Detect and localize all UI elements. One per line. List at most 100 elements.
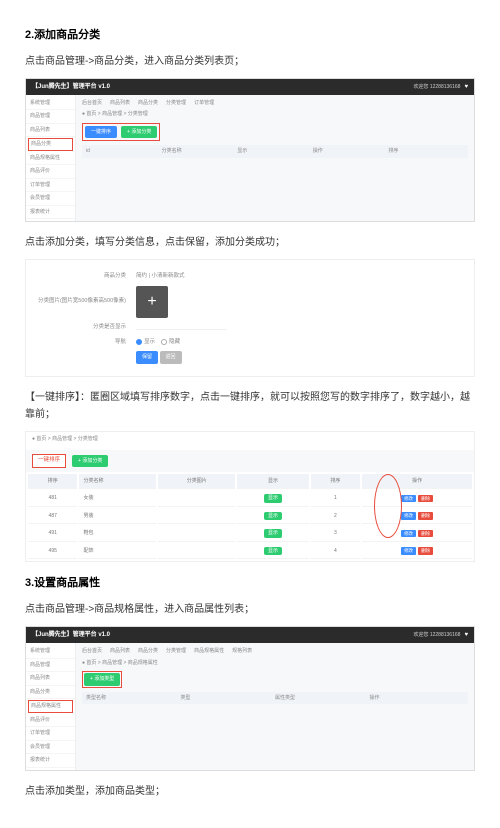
radio-label: 隐藏 [169, 339, 180, 345]
save-button[interactable]: 保留 [136, 351, 158, 364]
sidebar-item[interactable]: 系统管理 [26, 645, 75, 659]
sidebar-item-attr-highlighted[interactable]: 商品规格属性 [28, 700, 73, 713]
screenshot-sort-table: ● 首页 > 商品管理 > 分类管理 一键排序 + 添加分类 排序 分类名称 分… [25, 431, 475, 562]
admin-main: 后台首页 商品列表 商品分类 分类管理 订单管理 ● 首页 > 商品管理 > 分… [76, 95, 474, 222]
col: 显示 [237, 147, 313, 156]
sidebar-item[interactable]: 订单管理 [26, 727, 75, 741]
col: 显示 [237, 474, 308, 490]
add-category-button[interactable]: + 添加分类 [72, 455, 108, 468]
table-row: 491鞋包 显示3 修改删除 [28, 526, 472, 542]
label-category-name: 商品分类 [36, 272, 136, 281]
sidebar-item[interactable]: 商品规格属性 [26, 152, 75, 166]
sidebar-item[interactable]: 商品评价 [26, 714, 75, 728]
tab[interactable]: 后台首页 [82, 647, 102, 656]
add-category-button[interactable]: + 添加分类 [121, 126, 157, 139]
tab[interactable]: 分类管理 [166, 647, 186, 656]
breadcrumb: ● 首页 > 商品管理 > 分类管理 [82, 110, 468, 119]
sidebar-item[interactable]: 商品分类 [26, 686, 75, 700]
delete-button[interactable]: 删除 [418, 530, 433, 538]
cell-id: 491 [28, 526, 77, 542]
user-label: 欢迎您 12288136168 [413, 631, 460, 640]
admin-topbar: 【Jun腾先生】管理平台 v1.0 欢迎您 12288136168 ♥ [26, 627, 474, 643]
cell-sort[interactable]: 4 [311, 544, 360, 560]
delete-button[interactable]: 删除 [418, 495, 433, 503]
col: 类型名称 [86, 694, 181, 703]
admin-main: 后台首页 商品列表 商品分类 分类管理 商品规格属性 规格列表 ● 首页 > 商… [76, 643, 474, 770]
plus-icon: + [147, 288, 156, 315]
cell-id: 495 [28, 544, 77, 560]
tab[interactable]: 后台首页 [82, 99, 102, 108]
sidebar-item[interactable]: 报表统计 [26, 206, 75, 220]
cell-name: 鞋包 [79, 526, 156, 542]
delete-button[interactable]: 删除 [418, 512, 433, 520]
brand-label: 【Jun腾先生】管理平台 v1.0 [32, 630, 110, 640]
cell-ops: 修改删除 [362, 544, 472, 560]
text-goto-category: 点击商品管理->商品分类，进入商品分类列表页； [25, 53, 475, 70]
text-add-category-form: 点击添加分类，填写分类信息，点击保留，添加分类成功； [25, 234, 475, 251]
add-type-button[interactable]: + 添加类型 [84, 673, 120, 686]
sidebar-item[interactable]: 会员管理 [26, 192, 75, 206]
value-category-name[interactable]: 简约 | 小清新新款式 [136, 272, 464, 281]
sidebar-item[interactable]: 订单管理 [26, 179, 75, 193]
tab[interactable]: 商品规格属性 [194, 647, 224, 656]
edit-button[interactable]: 修改 [401, 547, 416, 555]
edit-button[interactable]: 修改 [401, 530, 416, 538]
admin-sidebar: 系统管理 商品管理 商品列表 商品分类 商品规格属性 商品评价 订单管理 会员管… [26, 95, 76, 222]
heart-icon: ♥ [464, 630, 468, 640]
sidebar-item[interactable]: 商品管理 [26, 110, 75, 124]
sidebar-item[interactable]: 报表统计 [26, 754, 75, 768]
cell-img [158, 491, 235, 507]
onekey-sort-button-highlighted[interactable]: 一键排序 [32, 454, 66, 467]
label-show: 分类是否显示 [36, 323, 136, 332]
admin-sidebar: 系统管理 商品管理 商品列表 商品分类 商品规格属性 商品评价 订单管理 会员管… [26, 643, 76, 770]
sidebar-item[interactable]: 商品列表 [26, 672, 75, 686]
text-add-type: 点击添加类型，添加商品类型； [25, 783, 475, 800]
table-row: 487男装显示2修改删除 [28, 509, 472, 525]
sidebar-item[interactable]: 会员管理 [26, 741, 75, 755]
tab[interactable]: 分类管理 [166, 99, 186, 108]
text-onekey-sort: 【一键排序】：匿圈区域填写排序数字，点击一键排序，就可以按照您写的数字排序了，数… [25, 389, 475, 423]
sidebar-item[interactable]: 系统管理 [26, 97, 75, 111]
edit-button[interactable]: 修改 [401, 512, 416, 520]
tab[interactable]: 商品列表 [110, 99, 130, 108]
sidebar-item[interactable]: 商品评价 [26, 165, 75, 179]
cell-sort[interactable]: 3 [311, 526, 360, 542]
breadcrumb: ● 首页 > 商品管理 > 商品规格属性 [82, 659, 468, 668]
back-button[interactable]: 返回 [160, 351, 182, 364]
delete-button[interactable]: 删除 [418, 547, 433, 555]
label-nav: 导航 [36, 338, 136, 347]
cell-show: 显示 [237, 509, 308, 525]
top-tabs: 后台首页 商品列表 商品分类 分类管理 商品规格属性 规格列表 [82, 647, 468, 656]
admin-topbar: 【Jun腾先生】管理平台 v1.0 欢迎您 12288136168 ♥ [26, 79, 474, 95]
screenshot-attr-list: 【Jun腾先生】管理平台 v1.0 欢迎您 12288136168 ♥ 系统管理… [25, 626, 475, 771]
col: 分类图片 [158, 474, 235, 490]
sidebar-item[interactable]: 商品管理 [26, 659, 75, 673]
screenshot-category-list: 【Jun腾先生】管理平台 v1.0 欢迎您 12288136168 ♥ 系统管理… [25, 78, 475, 223]
onekey-sort-button[interactable]: 一键排序 [85, 126, 117, 139]
label-category-image: 分类图片(图片宽500像素高500像素) [36, 297, 136, 306]
show-input[interactable] [136, 322, 226, 330]
cell-show: 显示 [237, 526, 308, 542]
tab[interactable]: 商品列表 [110, 647, 130, 656]
sidebar-item[interactable]: 商品列表 [26, 124, 75, 138]
col: 分类名称 [79, 474, 156, 490]
cell-show: 显示 [237, 544, 308, 560]
col: 操作 [313, 147, 389, 156]
tab[interactable]: 商品分类 [138, 99, 158, 108]
sort-column-highlight-ellipse [374, 474, 402, 538]
tab[interactable]: 规格列表 [232, 647, 252, 656]
text-goto-attr: 点击商品管理->商品规格属性，进入商品属性列表； [25, 601, 475, 618]
col: 属性类型 [275, 694, 370, 703]
cell-sort[interactable]: 1 [311, 491, 360, 507]
cell-sort[interactable]: 2 [311, 509, 360, 525]
sidebar-item-category-highlighted[interactable]: 商品分类 [28, 138, 73, 151]
tab[interactable]: 订单管理 [194, 99, 214, 108]
cell-name: 男装 [79, 509, 156, 525]
col: 类型 [181, 694, 276, 703]
radio-hide[interactable] [161, 339, 167, 345]
radio-show[interactable] [136, 339, 142, 345]
image-upload-button[interactable]: + [136, 286, 168, 318]
col: id [86, 147, 162, 156]
tab[interactable]: 商品分类 [138, 647, 158, 656]
edit-button[interactable]: 修改 [401, 495, 416, 503]
